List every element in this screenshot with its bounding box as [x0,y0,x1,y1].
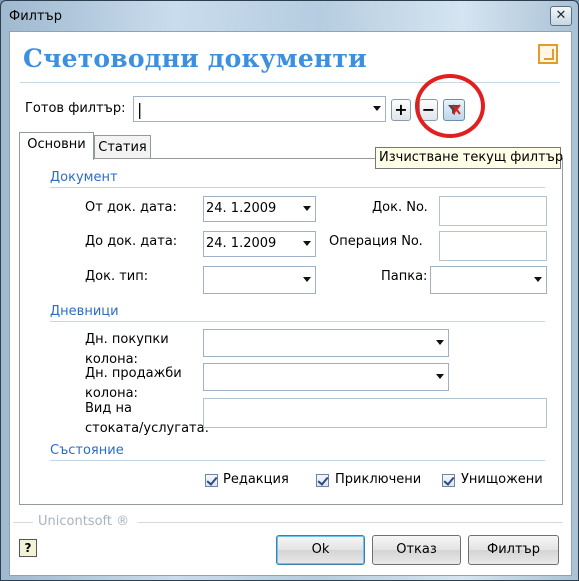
folder-label: Папка: [381,269,428,284]
title-bar[interactable]: Филтър ✕ [1,1,578,31]
goods-type-field[interactable] [203,398,547,428]
date-to-value: 24. 1.2009 [206,236,277,251]
chevron-down-icon[interactable] [436,340,444,345]
checkbox-editing[interactable] [205,474,218,487]
section-divider-document [50,187,545,188]
doc-number-field[interactable] [439,196,547,226]
checkbox-closed-label: Приключени [335,472,422,487]
chevron-down-icon[interactable] [436,374,444,379]
filter-button[interactable]: Филтър [468,535,559,565]
date-from-value: 24. 1.2009 [206,201,277,216]
section-divider-status [50,460,545,461]
doc-type-select[interactable] [203,266,316,294]
folder-select[interactable] [430,266,547,294]
operation-number-field[interactable] [439,231,547,261]
purchases-journal-column-select[interactable] [203,329,449,357]
purchases-journal-label-line2: колона: [85,352,138,367]
chevron-down-icon[interactable] [534,277,542,282]
chevron-down-icon[interactable] [303,206,311,211]
close-button[interactable]: ✕ [550,6,572,26]
sales-journal-label-line1: Дн. продажби [85,366,182,381]
section-title-status: Състояние [50,443,124,458]
operation-number-label: Операция No. [329,234,423,249]
date-to-picker[interactable]: 24. 1.2009 [203,231,316,257]
date-from-picker[interactable]: 24. 1.2009 [203,196,316,222]
add-filter-button[interactable]: + [391,99,411,121]
goods-type-label-line2: стоката/услугата: [85,421,209,436]
sales-journal-column-select[interactable] [203,363,449,391]
page-title: Счетоводни документи [23,44,367,73]
clear-filter-tooltip: Изчистване текущ филтър [375,147,563,169]
filter-dialog-window: Филтър ✕ Счетоводни документи Готов филт… [0,0,579,581]
brand-label: Unicontsoft ® [38,514,130,529]
window-restore-icon[interactable] [538,44,558,64]
ready-filter-combo[interactable]: | [133,96,386,122]
cancel-button[interactable]: Отказ [372,535,461,565]
header-divider [20,82,560,83]
date-to-label: До док. дата: [85,234,178,249]
purchases-journal-label-line1: Дн. покупки [85,332,169,347]
doc-type-label: Док. тип: [85,269,149,284]
section-divider-journals [50,321,545,322]
dialog-client-area: Счетоводни документи Готов филтър: | + −… [9,31,572,576]
section-title-document: Документ [50,170,118,185]
section-title-journals: Дневници [50,304,119,319]
checkbox-destroyed-label: Унищожени [461,472,543,487]
ok-button[interactable]: Ok [276,535,365,565]
chevron-down-icon[interactable] [303,277,311,282]
chevron-down-icon[interactable] [373,106,381,111]
help-button[interactable]: ? [19,539,37,557]
doc-number-label: Док. No. [372,200,428,215]
checkbox-closed[interactable] [316,474,329,487]
sales-journal-label-line2: колона: [85,386,138,401]
chevron-down-icon[interactable] [303,241,311,246]
checkbox-destroyed[interactable] [442,474,455,487]
window-title: Филтър [9,9,62,24]
checkbox-editing-label: Редакция [223,472,289,487]
goods-type-label-line1: Вид на [85,401,132,416]
highlight-ring [415,74,485,138]
footer-divider-right [138,522,563,523]
date-from-label: От док. дата: [85,200,177,215]
footer-divider-left [13,522,33,523]
ready-filter-label: Готов филтър: [25,101,126,116]
tab-basic[interactable]: Основни [19,132,94,160]
text-cursor: | [137,100,143,119]
